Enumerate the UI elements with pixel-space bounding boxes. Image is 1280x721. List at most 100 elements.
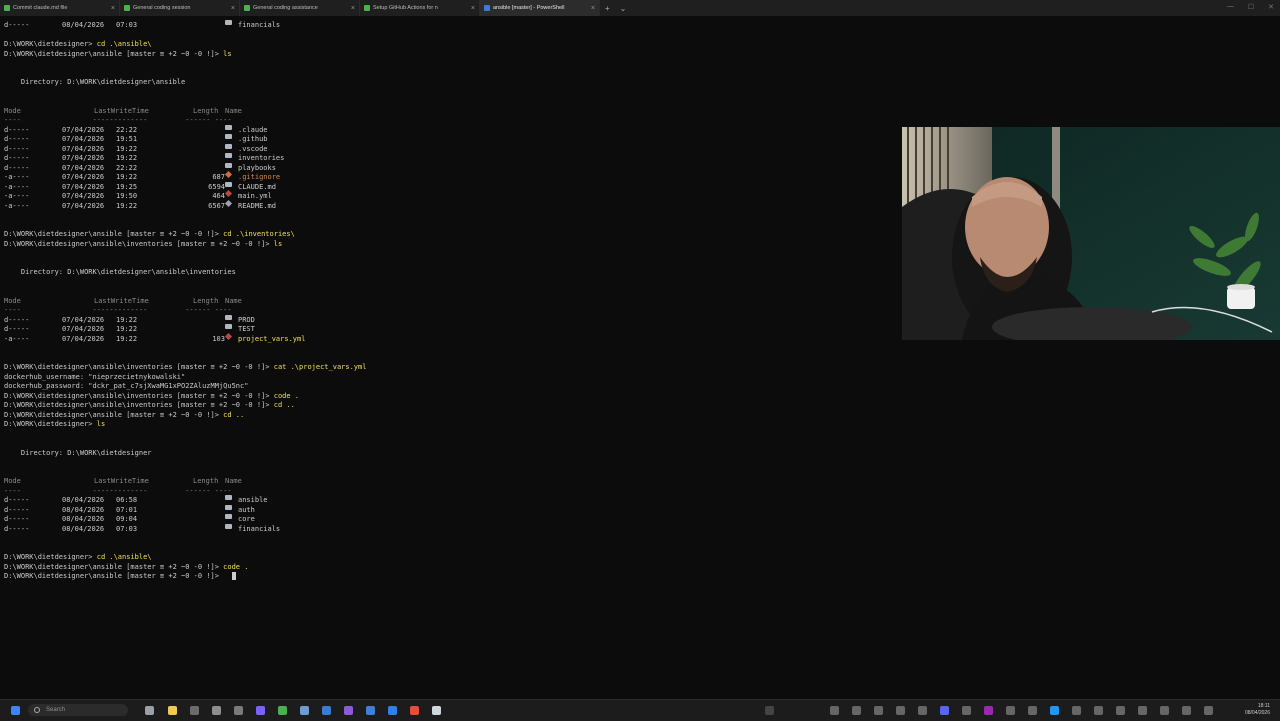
- tray-icon-3[interactable]: [874, 706, 883, 715]
- tab-dropdown-button[interactable]: ⌄: [615, 0, 632, 16]
- terminal-cell: 19:22: [116, 315, 138, 324]
- tray-icon-8[interactable]: [1006, 706, 1015, 715]
- terminal-cell: 19:22: [116, 334, 138, 343]
- terminal-icon[interactable]: [212, 706, 221, 715]
- terminal-output[interactable]: d----- 08/04/2026 07:03 financials D:\WORK\d…: [0, 16, 1280, 696]
- tray-icon-6[interactable]: [962, 706, 971, 715]
- column-underline: ---- ------------- ------ ----: [4, 486, 232, 495]
- terminal-cell: Length: [193, 477, 219, 485]
- tab-label: Setup GitHub Actions for n: [373, 5, 438, 11]
- terminal-cell: d-----: [4, 125, 30, 134]
- teams-icon[interactable]: [366, 706, 375, 715]
- tray-icon-10[interactable]: [1050, 706, 1059, 715]
- terminal-cell: -a----: [4, 192, 30, 200]
- terminal-line: -a---- 07/04/2026 19:22 103 project_vars.yml: [4, 332, 884, 344]
- terminal-line: D:\WORK\dietdesigner\ansible\inventories…: [4, 391, 884, 401]
- prompt: D:\WORK\dietdesigner\ansible [master ≡ +…: [4, 572, 219, 580]
- terminal-cell: d-----: [4, 325, 30, 333]
- tray-icon-7[interactable]: [984, 706, 993, 715]
- tab-strip: Commit claude.md file × General coding ses…: [0, 0, 1280, 16]
- terminal-cell: 687: [212, 173, 225, 181]
- terminal-line: -a---- 07/04/2026 19:22 6567 README.md: [4, 199, 884, 211]
- tray-icon-1[interactable]: [830, 706, 839, 715]
- tab-3[interactable]: Setup GitHub Actions for n ×: [360, 0, 480, 16]
- terminal-cell: .github: [238, 135, 268, 143]
- close-window-button[interactable]: ✕: [1268, 3, 1274, 11]
- terminal-cell: -a----: [4, 201, 30, 210]
- app-icon[interactable]: [256, 706, 265, 715]
- discord-icon[interactable]: [940, 706, 949, 715]
- volume-icon[interactable]: [1182, 706, 1191, 715]
- terminal-line: D:\WORK\dietdesigner\ansible [master ≡ +…: [4, 562, 884, 572]
- prompt: D:\WORK\dietdesigner\ansible [master ≡ +…: [4, 49, 219, 58]
- folder-icon: [225, 514, 232, 519]
- terminal-cell: 07/04/2026: [62, 315, 105, 324]
- terminal-cell: d-----: [4, 144, 30, 153]
- terminal-cell: Name: [225, 296, 242, 305]
- output-text: Directory: D:\WORK\dietdesigner: [4, 448, 152, 457]
- terminal-cell: playbooks: [238, 163, 276, 172]
- network-icon[interactable]: [1160, 706, 1169, 715]
- tab-2[interactable]: General coding assistance ×: [240, 0, 360, 16]
- tab-label: General coding session: [133, 5, 191, 11]
- terminal-cell: main.yml: [238, 192, 272, 200]
- terminal-cell: ansible: [238, 496, 268, 504]
- terminal-cell: 07/04/2026: [62, 135, 105, 143]
- file-explorer-icon[interactable]: [168, 706, 177, 715]
- browser-icon[interactable]: [322, 706, 331, 715]
- folder-icon: [225, 20, 232, 25]
- terminal-cell: 103: [212, 334, 225, 343]
- terminal-cell: 08/04/2026: [62, 21, 105, 29]
- minimize-button[interactable]: —: [1227, 3, 1234, 11]
- new-tab-button[interactable]: +: [600, 0, 615, 16]
- tray-icon-9[interactable]: [1028, 706, 1037, 715]
- app-icon-2[interactable]: [432, 706, 441, 715]
- tray-icon-4[interactable]: [896, 706, 905, 715]
- taskbar-search-input[interactable]: Search: [28, 704, 128, 716]
- close-tab-icon[interactable]: ×: [351, 5, 355, 12]
- tray-icon-13[interactable]: [1116, 706, 1125, 715]
- notepad-icon[interactable]: [234, 706, 243, 715]
- prompt: D:\WORK\dietdesigner>: [4, 40, 93, 48]
- terminal-cell: Name: [225, 477, 242, 485]
- vscode-icon[interactable]: [388, 706, 397, 715]
- file-icon: [224, 189, 233, 198]
- tray-icon-12[interactable]: [1094, 706, 1103, 715]
- terminal-line: d----- 08/04/2026 07:01 auth: [4, 504, 884, 515]
- widgets-icon[interactable]: [145, 706, 154, 715]
- battery-icon[interactable]: [1204, 706, 1213, 715]
- settings-icon[interactable]: [190, 706, 199, 715]
- command: code .: [223, 562, 249, 571]
- terminal-cell: d-----: [4, 524, 30, 533]
- tray-icon-5[interactable]: [918, 706, 927, 715]
- terminal-cell: 19:22: [116, 154, 138, 162]
- tab-1[interactable]: General coding session ×: [120, 0, 240, 16]
- close-tab-icon[interactable]: ×: [111, 5, 115, 12]
- start-icon[interactable]: [11, 706, 20, 715]
- weather-icon[interactable]: [765, 706, 774, 715]
- prompt: D:\WORK\dietdesigner\ansible\inventories…: [4, 401, 270, 409]
- terminal-line: Mode LastWriteTime Length Name: [4, 476, 884, 486]
- terminal-cell: 08/04/2026: [62, 524, 105, 533]
- visual-studio-icon[interactable]: [344, 706, 353, 715]
- maximize-button[interactable]: ☐: [1248, 3, 1254, 11]
- tray-icon-2[interactable]: [852, 706, 861, 715]
- tray-icon-14[interactable]: [1138, 706, 1147, 715]
- terminal-line: d----- 07/04/2026 19:22 TEST: [4, 324, 884, 334]
- git-client-icon[interactable]: [278, 706, 287, 715]
- command: ls: [96, 420, 106, 428]
- tab-0[interactable]: Commit claude.md file ×: [0, 0, 120, 16]
- close-tab-icon[interactable]: ×: [591, 5, 595, 12]
- taskbar-clock[interactable]: 18:11 08/04/2026: [1245, 703, 1270, 717]
- calculator-icon[interactable]: [300, 706, 309, 715]
- close-tab-icon[interactable]: ×: [471, 5, 475, 12]
- terminal-cell: .gitignore: [238, 173, 281, 181]
- terminal-cell: 07/04/2026: [62, 163, 105, 172]
- tray-icon-11[interactable]: [1072, 706, 1081, 715]
- close-tab-icon[interactable]: ×: [231, 5, 235, 12]
- tab-4[interactable]: ansible [master] - PowerShell ×: [480, 0, 600, 16]
- chrome-icon[interactable]: [410, 706, 419, 715]
